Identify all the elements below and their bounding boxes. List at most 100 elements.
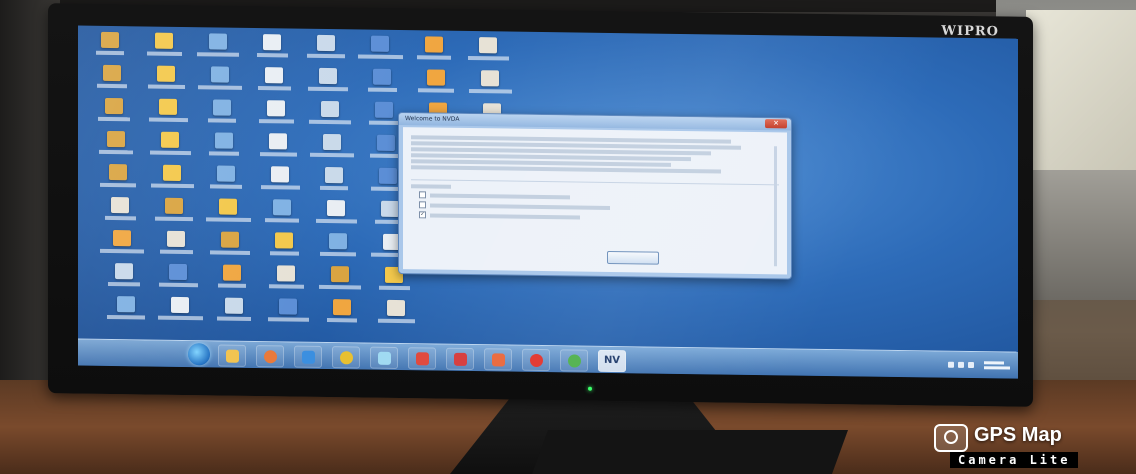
desktop-icon-label	[159, 249, 193, 255]
desktop-icon[interactable]	[154, 296, 206, 338]
desktop-icon-label	[417, 55, 451, 60]
watermark-subtitle: Camera Lite	[950, 452, 1079, 468]
taskbar-button[interactable]	[408, 347, 436, 370]
file-icon	[215, 132, 233, 149]
file-icon	[115, 263, 133, 280]
file-icon	[163, 164, 181, 181]
file-icon	[269, 133, 287, 150]
file-icon	[103, 64, 121, 82]
desktop-icon-label	[150, 183, 194, 189]
desktop-icon-label	[307, 53, 345, 59]
taskbar-button[interactable]	[522, 348, 550, 372]
ok-button[interactable]	[607, 250, 659, 265]
chrome-icon	[567, 353, 581, 368]
desktop-icon-label	[209, 151, 239, 156]
file-icon	[425, 36, 443, 53]
internet-explorer-icon	[301, 350, 315, 364]
desktop-icon-label	[205, 217, 251, 222]
desktop-icon-label	[368, 120, 400, 126]
taskbar-button[interactable]	[332, 346, 360, 369]
file-icon	[167, 230, 185, 248]
option-label	[430, 202, 610, 210]
taskbar-button[interactable]	[294, 345, 322, 368]
file-icon	[375, 101, 393, 118]
desktop-icon-label	[100, 182, 136, 188]
file-icon	[479, 37, 497, 54]
file-icon	[387, 299, 405, 317]
desktop-icon-label	[367, 87, 397, 92]
file-icon	[325, 166, 343, 184]
desktop-icon-label	[418, 88, 454, 93]
desktop-icon-label	[98, 116, 130, 122]
dialog-divider	[774, 146, 777, 267]
file-icon	[171, 296, 189, 314]
desktop-icon-label	[210, 250, 250, 255]
opera-icon	[529, 353, 543, 367]
tray-arrow-icon[interactable]	[948, 361, 954, 368]
desktop-icon[interactable]	[100, 296, 152, 337]
file-icon	[221, 231, 239, 248]
watermark: GPS Map Camera Lite	[934, 422, 1130, 470]
file-icon	[101, 31, 119, 49]
desktop-icon-label	[309, 119, 351, 125]
watermark-title: GPS Map	[974, 424, 1062, 446]
desktop-icon-label	[320, 251, 356, 257]
app-icon	[415, 351, 429, 365]
file-icon	[117, 296, 135, 313]
media-player-icon	[263, 349, 277, 363]
taskbar-button[interactable]	[218, 344, 246, 367]
file-icon	[169, 263, 187, 281]
taskbar-button[interactable]	[370, 346, 398, 370]
taskbar-button[interactable]	[446, 347, 474, 371]
desktop-icon-label	[100, 248, 144, 254]
desktop-icon[interactable]	[208, 297, 260, 338]
desktop-icon-label	[210, 184, 242, 189]
file-icon	[381, 200, 399, 218]
taskbar-button[interactable]	[484, 348, 512, 371]
photo-scene: WIPRO Welcome to NVDA ✕ ✓ NV GPS Map Cam…	[0, 0, 1136, 474]
chrome-icon	[339, 350, 353, 364]
close-icon[interactable]: ✕	[765, 119, 787, 129]
taskbar: NV	[78, 338, 1018, 379]
option-checkbox[interactable]	[419, 201, 426, 209]
desktop-icon-label	[268, 284, 304, 289]
desktop-icon[interactable]	[370, 299, 422, 341]
start-icon[interactable]	[188, 343, 210, 366]
taskbar-button[interactable]	[256, 345, 284, 368]
file-icon	[333, 299, 351, 316]
desktop-icon-label	[147, 84, 185, 90]
desktop-icon-label	[155, 216, 193, 222]
desktop-icon-label	[146, 51, 182, 56]
power-led	[588, 386, 592, 391]
option-row[interactable]: ✓	[419, 211, 779, 223]
dialog-text-line	[411, 165, 721, 174]
desktop-icon[interactable]	[262, 298, 314, 339]
screen: Welcome to NVDA ✕ ✓ NV	[78, 25, 1018, 379]
file-icon	[209, 33, 227, 50]
desktop-icon-label	[310, 152, 354, 158]
file-icon	[273, 199, 291, 216]
keyboard	[531, 430, 849, 474]
desktop-icon-label	[468, 88, 512, 94]
option-checkbox[interactable]	[419, 191, 426, 199]
file-icon	[327, 200, 345, 217]
file-icon	[427, 69, 445, 86]
file-icon	[275, 232, 293, 249]
taskbar-button[interactable]: NV	[598, 349, 626, 373]
clock[interactable]	[984, 361, 1010, 370]
file-icon	[277, 265, 295, 282]
desktop-icon-label	[96, 50, 124, 56]
desktop-icon-label	[265, 218, 299, 223]
file-icon	[225, 297, 243, 314]
file-icon	[219, 198, 237, 215]
desktop-icon-label	[259, 152, 297, 157]
dialog-body: ✓	[403, 127, 787, 275]
desktop-icon-label	[148, 117, 188, 123]
desktop-icon[interactable]	[316, 299, 368, 340]
option-checkbox[interactable]: ✓	[419, 211, 426, 219]
network-icon[interactable]	[958, 361, 964, 368]
file-icon	[217, 165, 235, 182]
volume-icon[interactable]	[968, 361, 974, 369]
taskbar-button[interactable]	[560, 349, 588, 372]
file-icon	[371, 35, 389, 52]
